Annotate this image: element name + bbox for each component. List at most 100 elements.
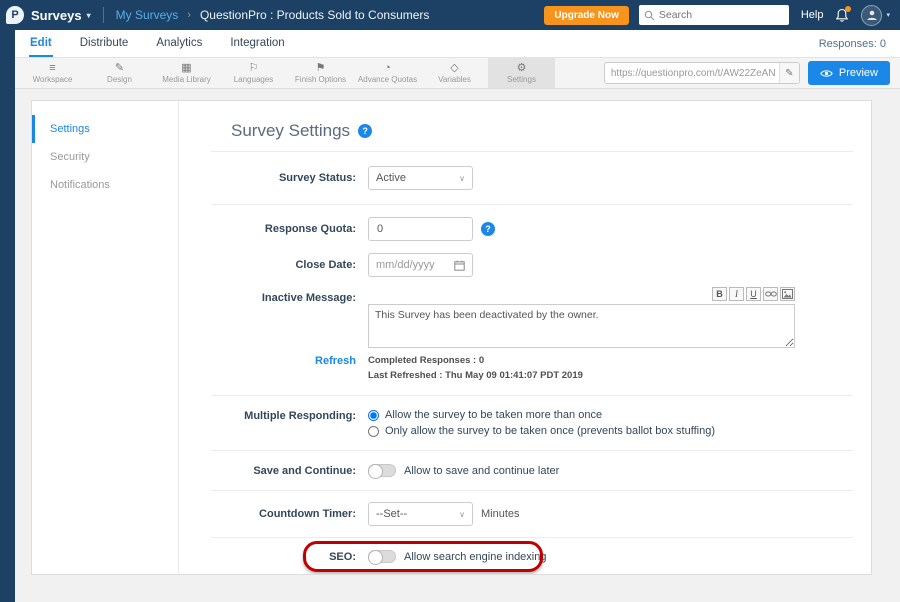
link-button[interactable] — [763, 287, 778, 301]
sidebar-item-settings[interactable]: Settings — [32, 115, 178, 143]
survey-toolbar: ≡ Workspace ✎ Design ▦ Media Library ⚐ L… — [15, 58, 900, 89]
preview-button[interactable]: Preview — [808, 61, 890, 85]
tab-integration[interactable]: Integration — [229, 30, 285, 57]
seo-toggle[interactable] — [368, 550, 396, 563]
surveys-menu[interactable]: Surveys ▾ — [31, 8, 91, 23]
underline-button[interactable]: U — [746, 287, 761, 301]
inactive-message-row: Inactive Message: B I U — [211, 283, 853, 352]
multiple-responding-label: Multiple Responding: — [211, 409, 356, 437]
search-icon — [644, 10, 655, 21]
media-library-icon: ▦ — [181, 62, 191, 74]
toolbar-item-variables[interactable]: ◇ Variables — [421, 58, 488, 88]
design-icon: ✎ — [115, 62, 124, 74]
breadcrumb-my-surveys[interactable]: My Surveys — [116, 8, 179, 22]
seo-row: SEO: Allow search engine indexing — [211, 538, 853, 574]
notification-dot — [845, 6, 851, 12]
topbar: P Surveys ▾ My Surveys › QuestionPro : P… — [0, 0, 900, 30]
close-date-label: Close Date: — [211, 259, 356, 271]
settings-panel: Settings Security Notifications Survey S… — [31, 100, 872, 575]
variables-icon: ◇ — [450, 62, 458, 74]
avatar-caret-icon[interactable]: ▾ — [886, 11, 890, 19]
edit-url-pencil-icon[interactable]: ✎ — [779, 63, 799, 83]
left-edge-strip — [0, 0, 15, 602]
seo-label: SEO: — [211, 551, 356, 563]
countdown-minutes-text: Minutes — [481, 508, 520, 520]
bold-button[interactable]: B — [712, 287, 727, 301]
close-date-input[interactable]: mm/dd/yyyy — [368, 253, 473, 277]
advance-quotas-icon: ◔ — [384, 62, 391, 74]
survey-status-row: Survey Status: Active ∨ — [211, 152, 853, 205]
person-icon — [866, 9, 878, 21]
chevron-down-icon: ∨ — [459, 174, 465, 183]
toolbar-item-advance-quotas[interactable]: ◔ Advance Quotas — [354, 58, 421, 88]
sidebar-item-notifications[interactable]: Notifications — [32, 171, 178, 199]
settings-sidebar: Settings Security Notifications — [32, 101, 179, 574]
search-box[interactable] — [639, 5, 789, 25]
questionpro-logo[interactable]: P — [6, 6, 24, 24]
toolbar-item-workspace[interactable]: ≡ Workspace — [19, 58, 86, 88]
radio-input-only-once[interactable] — [368, 426, 379, 437]
upgrade-now-button[interactable]: Upgrade Now — [544, 6, 628, 25]
refresh-label-col: Refresh — [211, 354, 356, 383]
user-avatar[interactable] — [861, 5, 882, 26]
inactive-message-textarea[interactable]: This Survey has been deactivated by the … — [368, 304, 795, 348]
main-tabs: Edit Distribute Analytics Integration — [29, 30, 286, 57]
radio-only-once[interactable]: Only allow the survey to be taken once (… — [368, 425, 715, 437]
toolbar-item-settings[interactable]: ⚙ Settings — [488, 58, 555, 88]
settings-gear-icon: ⚙ — [517, 62, 527, 74]
workspace-icon: ≡ — [49, 62, 55, 74]
breadcrumb-separator-icon: › — [187, 9, 191, 21]
last-refreshed-text: Last Refreshed : Thu May 09 01:41:07 PDT… — [368, 369, 583, 384]
surveys-menu-label: Surveys — [31, 8, 82, 23]
eye-icon — [820, 69, 833, 78]
response-quota-label: Response Quota: — [211, 223, 356, 235]
completed-responses-text: Completed Responses : 0 — [368, 354, 484, 369]
content-area: Settings Security Notifications Survey S… — [15, 89, 900, 602]
message-format-toolbar: B I U — [368, 287, 795, 301]
toolbar-right: https://questionpro.com/t/AW22ZeAN ✎ Pre… — [604, 58, 900, 88]
chevron-down-icon: ∨ — [459, 510, 465, 519]
close-date-row: Close Date: mm/dd/yyyy — [211, 247, 853, 283]
multiple-responding-row: Multiple Responding: Allow the survey to… — [211, 396, 853, 451]
image-button[interactable] — [780, 287, 795, 301]
toolbar-item-design[interactable]: ✎ Design — [86, 58, 153, 88]
image-icon — [782, 289, 793, 299]
notifications-bell-icon[interactable] — [835, 8, 849, 23]
survey-url[interactable]: https://questionpro.com/t/AW22ZeAN — [605, 68, 779, 79]
survey-title: QuestionPro : Products Sold to Consumers — [200, 8, 429, 22]
survey-status-label: Survey Status: — [211, 172, 356, 184]
search-input[interactable] — [659, 9, 784, 21]
toolbar-item-languages[interactable]: ⚐ Languages — [220, 58, 287, 88]
nav-row: Edit Distribute Analytics Integration Re… — [15, 30, 900, 58]
tab-analytics[interactable]: Analytics — [155, 30, 203, 57]
save-continue-text: Allow to save and continue later — [404, 465, 559, 477]
tab-edit[interactable]: Edit — [29, 30, 53, 57]
countdown-timer-row: Countdown Timer: --Set-- ∨ Minutes — [211, 491, 853, 538]
page-title: Survey Settings — [231, 121, 350, 141]
topbar-divider — [103, 7, 104, 23]
sidebar-item-security[interactable]: Security — [32, 143, 178, 171]
countdown-timer-select[interactable]: --Set-- ∨ — [368, 502, 473, 526]
radio-multiple-allowed[interactable]: Allow the survey to be taken more than o… — [368, 409, 602, 421]
responses-count[interactable]: Responses: 0 — [819, 30, 886, 57]
settings-main: Survey Settings ? Survey Status: Active … — [179, 101, 871, 574]
languages-icon: ⚐ — [249, 62, 259, 74]
logo-letter: P — [11, 9, 18, 21]
tab-distribute[interactable]: Distribute — [79, 30, 130, 57]
survey-status-select[interactable]: Active ∨ — [368, 166, 473, 190]
inactive-message-label: Inactive Message: — [211, 287, 356, 348]
calendar-icon — [454, 260, 465, 271]
quota-help-icon[interactable]: ? — [481, 222, 495, 236]
refresh-link[interactable]: Refresh — [315, 355, 356, 367]
save-continue-toggle[interactable] — [368, 464, 396, 477]
radio-input-multiple-allowed[interactable] — [368, 410, 379, 421]
survey-url-box: https://questionpro.com/t/AW22ZeAN ✎ — [604, 62, 800, 84]
help-link[interactable]: Help — [801, 9, 824, 21]
response-quota-input[interactable] — [368, 217, 473, 241]
link-icon — [765, 290, 777, 298]
finish-options-icon: ⚑ — [316, 62, 326, 74]
toolbar-item-finish-options[interactable]: ⚑ Finish Options — [287, 58, 354, 88]
title-help-icon[interactable]: ? — [358, 124, 372, 138]
italic-button[interactable]: I — [729, 287, 744, 301]
toolbar-item-media-library[interactable]: ▦ Media Library — [153, 58, 220, 88]
